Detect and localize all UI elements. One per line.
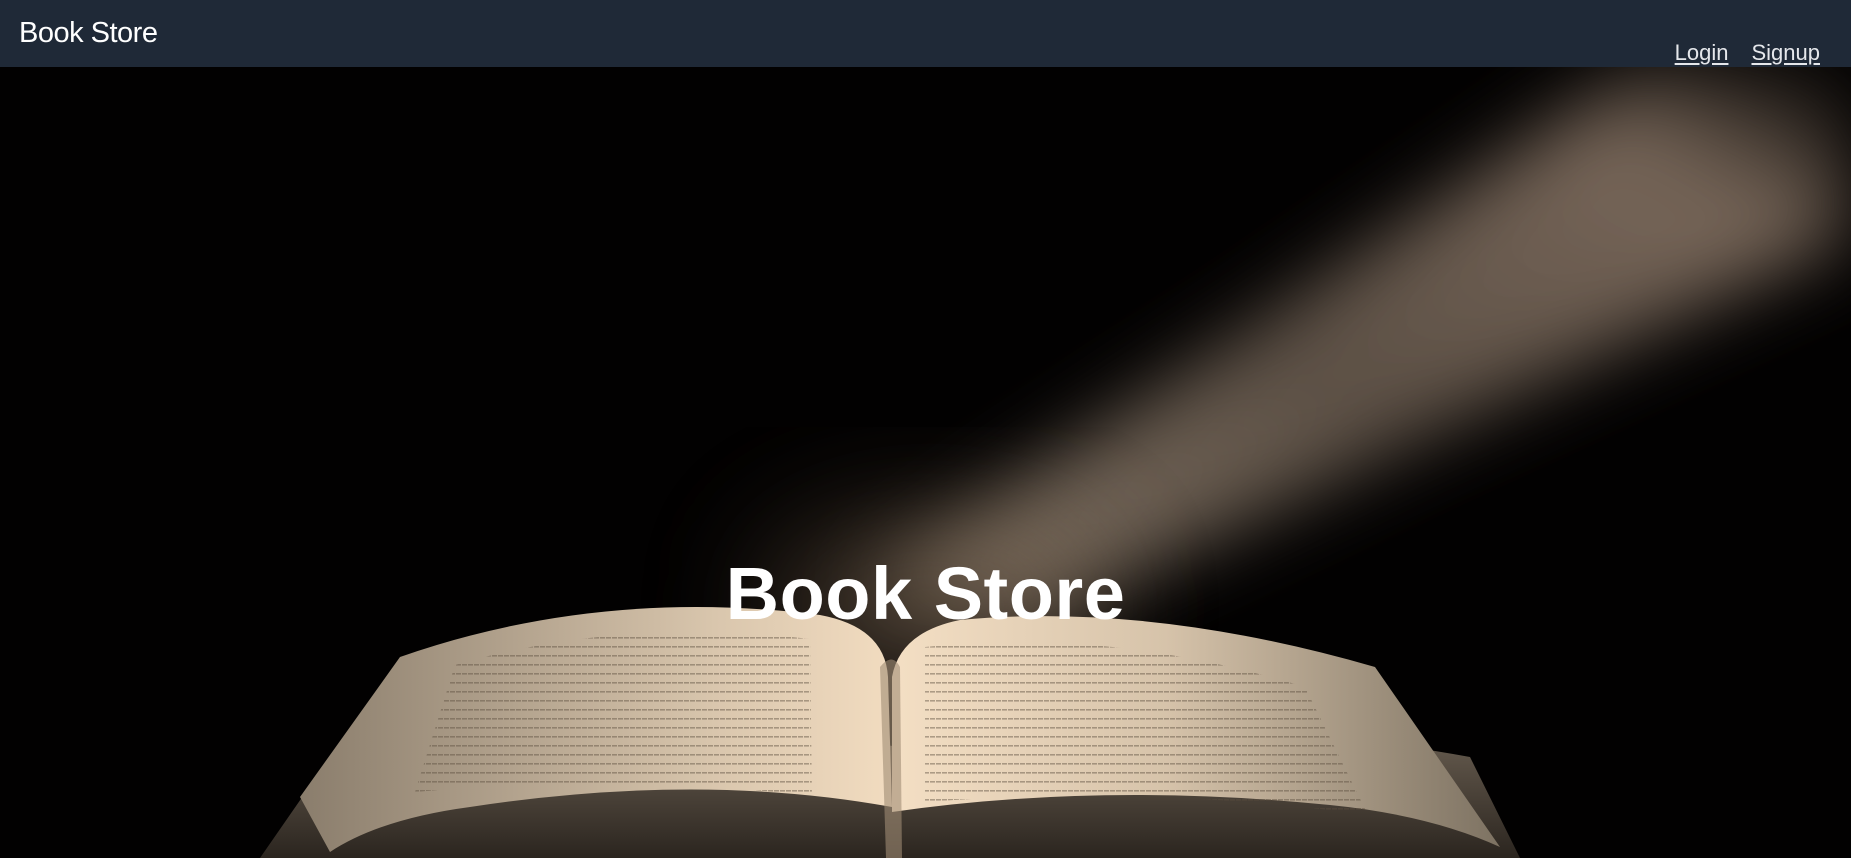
hero-section: Book Store xyxy=(0,67,1851,858)
signup-link[interactable]: Signup xyxy=(1751,40,1820,66)
brand-link[interactable]: Book Store xyxy=(19,17,158,50)
top-navbar: Book Store Login Signup xyxy=(0,0,1851,67)
hero-title: Book Store xyxy=(725,551,1126,635)
auth-nav: Login Signup xyxy=(1675,40,1820,66)
login-link[interactable]: Login xyxy=(1675,40,1729,66)
hero-background-image xyxy=(260,67,1851,858)
